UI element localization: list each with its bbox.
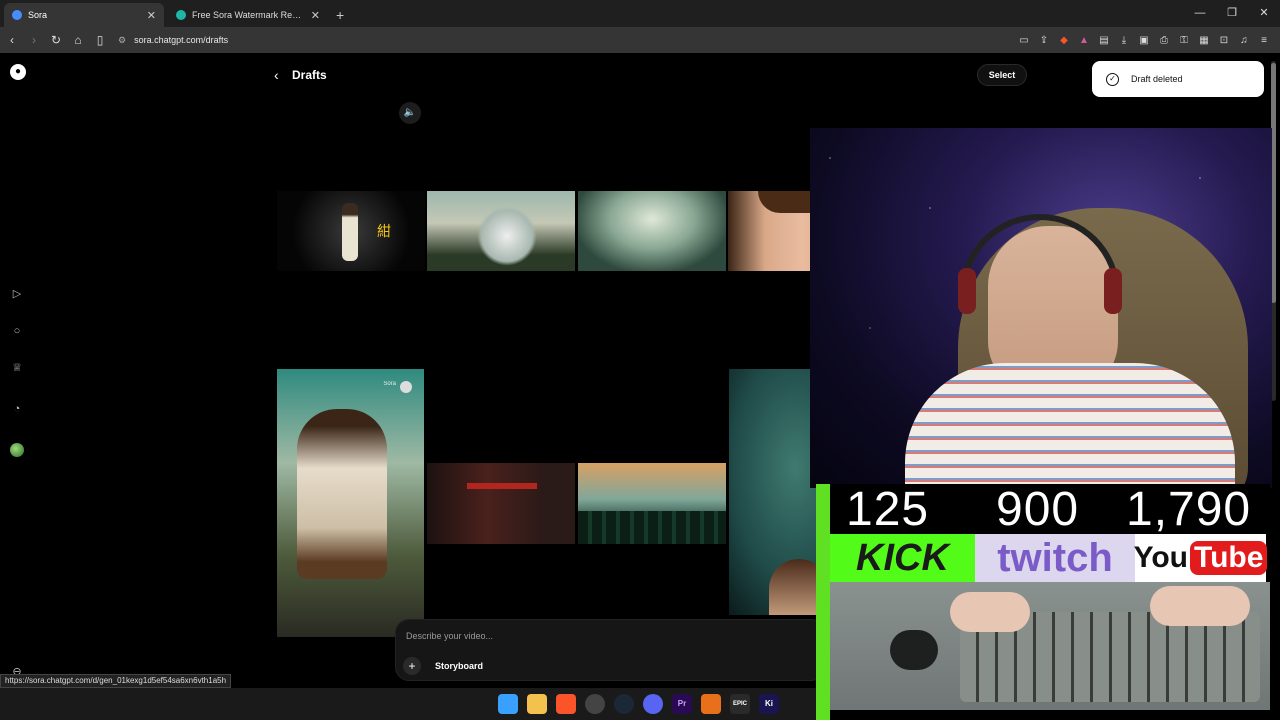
sora-favicon-icon — [12, 10, 22, 20]
close-tab-icon[interactable]: ✕ — [311, 9, 320, 22]
draft-thumbnail[interactable] — [427, 191, 575, 271]
draft-thumbnail[interactable] — [427, 463, 575, 544]
draft-thumbnail[interactable] — [578, 191, 726, 271]
page-title: Drafts — [292, 68, 327, 82]
brave-browser-icon[interactable] — [556, 694, 576, 714]
obs-icon[interactable] — [585, 694, 605, 714]
epic-games-icon[interactable]: EPIC — [730, 694, 750, 714]
tab-title: Free Sora Watermark Remover – One — [192, 10, 305, 20]
sora-logo-icon[interactable]: ● — [10, 64, 26, 80]
password-key-icon[interactable]: ⚿ — [1174, 35, 1194, 46]
draft-thumbnail[interactable]: Sora — [277, 369, 424, 637]
reload-icon[interactable]: ↻ — [46, 33, 66, 47]
brave-rewards-icon[interactable]: ▲ — [1074, 35, 1094, 46]
steam-icon[interactable] — [614, 694, 634, 714]
back-chevron-icon[interactable]: ‹ — [274, 67, 279, 83]
green-screen-edge — [816, 484, 830, 720]
back-icon[interactable]: ‹ — [2, 33, 22, 47]
avatar[interactable] — [10, 443, 24, 457]
windows-start-icon[interactable] — [498, 694, 518, 714]
save-icon[interactable]: ▣ — [1134, 35, 1154, 46]
status-url-tooltip: https://sora.chatgpt.com/d/gen_01kexg1d5… — [0, 674, 232, 688]
media-icon[interactable]: ♫ — [1234, 35, 1254, 46]
check-circle-icon: ✓ — [1106, 72, 1119, 86]
twitch-count: 900 — [996, 484, 1080, 536]
browser-nav-bar: ‹ › ↻ ⌂ ▯ ⚙ sora.chatgpt.com/drafts ▭ ⇪ … — [0, 27, 1280, 53]
youtube-count: 1,790 — [1126, 484, 1252, 536]
follower-counts: 125 900 1,790 — [846, 484, 1251, 536]
kick-logo: KICK — [830, 534, 975, 582]
draft-thumbnail[interactable] — [578, 463, 726, 544]
youtube-logo-you: You — [1133, 541, 1188, 574]
tab-sora[interactable]: Sora ✕ — [4, 3, 164, 27]
storyboard-button[interactable]: Storyboard — [427, 657, 491, 675]
cast-icon[interactable]: ▭ — [1014, 35, 1034, 46]
bookmark-icon[interactable]: ▯ — [90, 33, 110, 47]
headset-earcup — [958, 268, 976, 314]
add-button[interactable]: + — [403, 657, 421, 675]
sora-watermark-icon — [400, 381, 412, 393]
discord-icon[interactable] — [643, 694, 663, 714]
search-icon[interactable]: ○ — [10, 324, 24, 338]
downloads-icon[interactable]: ⤓ — [1114, 35, 1134, 46]
sidebar-toggle-icon[interactable]: ▤ — [1094, 35, 1114, 46]
file-explorer-icon[interactable] — [527, 694, 547, 714]
site-info-icon[interactable]: ⚙ — [118, 35, 126, 46]
windows-taskbar: Pr EPIC Ki — [0, 688, 816, 720]
window-controls: — ❐ ✕ — [1184, 0, 1280, 27]
toast-notification: ✓ Draft deleted — [1092, 61, 1264, 97]
close-window-button[interactable]: ✕ — [1248, 0, 1280, 27]
menu-icon[interactable]: ≡ — [1254, 35, 1274, 46]
watermark-text: Sora — [383, 381, 396, 387]
headset-earcup — [1104, 268, 1122, 314]
prompt-composer[interactable]: Describe your video... + Storyboard — [395, 619, 825, 681]
left-hand — [950, 592, 1030, 632]
screenshot-icon[interactable]: ⊡ — [1214, 35, 1234, 46]
play-icon[interactable]: ▷ — [10, 287, 24, 301]
print-icon[interactable]: ⎙ — [1154, 35, 1174, 46]
trophy-icon[interactable]: ♕ — [10, 361, 24, 375]
youtube-logo-tube: Tube — [1190, 541, 1268, 575]
follower-counter-panel: 125 900 1,790 KICK twitch You Tube — [816, 484, 1270, 720]
tab-title: Sora — [28, 10, 48, 20]
minimize-button[interactable]: — — [1184, 0, 1216, 27]
keyboard-camera — [830, 582, 1270, 710]
webcam-overlay — [810, 128, 1272, 488]
platform-logos: KICK twitch You Tube — [830, 534, 1268, 582]
qr-code-icon[interactable]: ▦ — [1194, 35, 1214, 46]
browser-tab-bar: Sora ✕ Free Sora Watermark Remover – One… — [0, 0, 1280, 27]
new-tab-button[interactable]: + — [336, 3, 344, 27]
toast-message: Draft deleted — [1131, 74, 1183, 84]
premiere-icon[interactable]: Pr — [672, 694, 692, 714]
home-icon[interactable]: ⌂ — [68, 33, 88, 47]
share-icon[interactable]: ⇪ — [1034, 35, 1054, 46]
mouse — [890, 630, 938, 670]
youtube-logo: You Tube — [1133, 534, 1268, 582]
volume-icon[interactable]: 🔈 — [399, 102, 421, 124]
select-button[interactable]: Select — [977, 64, 1027, 86]
browser-toolbar-icons: ▭ ⇪ ◆ ▲ ▤ ⤓ ▣ ⎙ ⚿ ▦ ⊡ ♫ ≡ — [1014, 27, 1274, 53]
draft-thumbnail[interactable]: 紺 — [277, 191, 425, 271]
watermark-remover-favicon-icon — [176, 10, 186, 20]
kick-count: 125 — [846, 484, 930, 536]
ki-icon[interactable]: Ki — [759, 694, 779, 714]
right-hand — [1150, 586, 1250, 626]
streamer-shirt — [905, 363, 1235, 488]
forward-icon[interactable]: › — [24, 33, 44, 47]
url-text[interactable]: sora.chatgpt.com/drafts — [134, 35, 228, 45]
twitch-logo: twitch — [975, 534, 1135, 582]
address-bar[interactable]: ⚙ sora.chatgpt.com/drafts — [118, 30, 228, 50]
maximize-button[interactable]: ❐ — [1216, 0, 1248, 27]
bell-icon[interactable]: ◔ — [10, 402, 24, 416]
app-orange-icon[interactable] — [701, 694, 721, 714]
taskbar-icons: Pr EPIC Ki — [498, 694, 788, 714]
prompt-input[interactable]: Describe your video... — [406, 631, 493, 641]
close-tab-icon[interactable]: ✕ — [147, 9, 156, 22]
tab-watermark-remover[interactable]: Free Sora Watermark Remover – One ✕ — [168, 3, 328, 27]
brave-shields-icon[interactable]: ◆ — [1054, 35, 1074, 46]
